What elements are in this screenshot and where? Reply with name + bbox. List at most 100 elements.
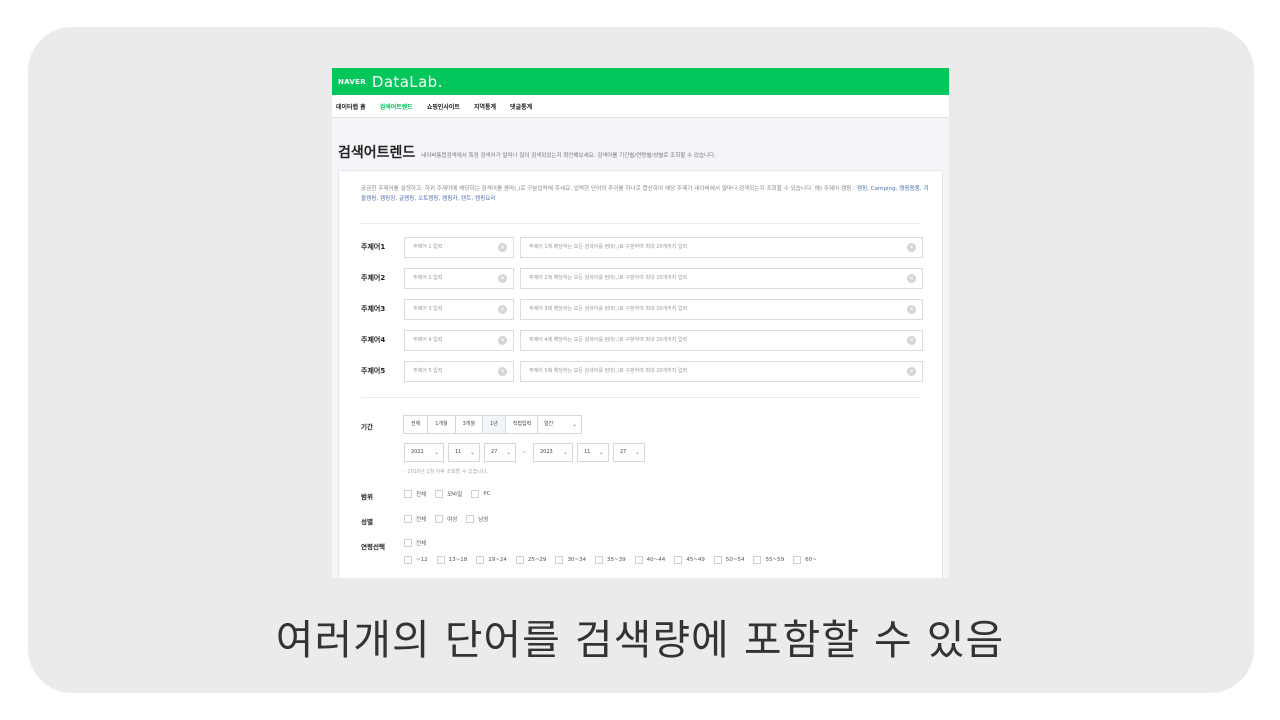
clear-icon[interactable]: ✕ <box>907 274 916 283</box>
range-separator: ~ <box>522 449 528 456</box>
age-label: 연령선택 <box>361 543 385 551</box>
clear-icon[interactable]: ✕ <box>907 367 916 376</box>
chevron-down-icon: ⌄ <box>562 449 568 456</box>
period-button-group: 전체 1개월 3개월 1년 직접입력 <box>403 415 540 434</box>
gender-label: 성별 <box>361 518 373 526</box>
checkbox[interactable] <box>435 490 444 498</box>
checkbox[interactable] <box>753 556 762 564</box>
start-day-select[interactable]: 27 ⌄ <box>484 443 516 462</box>
checkbox[interactable] <box>404 556 412 564</box>
period-button-1year[interactable]: 1년 <box>481 415 506 434</box>
checkbox[interactable] <box>793 556 802 564</box>
checkbox[interactable] <box>404 515 412 523</box>
naver-logo[interactable]: NAVER <box>338 78 366 86</box>
age-option: ~12 <box>416 557 428 563</box>
checkbox[interactable] <box>476 556 485 564</box>
divider <box>361 223 921 224</box>
scope-label: 범위 <box>361 493 373 501</box>
keyword-label: 주제어4 <box>361 336 386 344</box>
age-all-option: 전체 <box>404 539 435 547</box>
chevron-down-icon: ⌄ <box>634 449 640 456</box>
keyword-row-2: 주제어2 주제어 2 입력 ✕ 주제어 2에 해당하는 모든 검색어를 컴마(,)… <box>361 268 923 289</box>
end-year-select[interactable]: 2023 ⌄ <box>533 443 573 462</box>
checkbox[interactable] <box>436 556 445 564</box>
clear-icon[interactable]: ✕ <box>498 274 507 283</box>
checkbox[interactable] <box>404 490 412 498</box>
nav-item-shopping-insight[interactable]: 쇼핑인사이트 <box>427 102 460 111</box>
slide-caption: 여러개의 단어를 검색량에 포함할 수 있음 <box>275 616 1005 664</box>
period-note: - 2016년 1월 이후 조회할 수 있습니다. <box>404 469 489 475</box>
nav-item-comment-stats[interactable]: 댓글통계 <box>510 102 532 111</box>
keyword-label: 주제어5 <box>361 367 386 375</box>
checkbox[interactable] <box>595 556 604 564</box>
sub-keyword-input[interactable]: 주제어 5에 해당하는 모든 검색어를 컴마(,)로 구분하여 최대 20개까지… <box>520 361 923 382</box>
keyword-label: 주제어3 <box>361 305 386 313</box>
age-option: 40~44 <box>646 557 666 563</box>
datalab-screenshot: NAVER DataLab. 데이터랩 홈 검색어트렌드 쇼핑인사이트 지역통계… <box>332 68 949 578</box>
age-option: 13~18 <box>448 557 468 563</box>
clear-icon[interactable]: ✕ <box>498 367 507 376</box>
checkbox[interactable] <box>471 490 480 498</box>
gender-option-female: 여성 <box>447 517 458 523</box>
nav-item-region-stats[interactable]: 지역통계 <box>474 102 496 111</box>
age-options: ~12 13~18 19~24 25~29 30~34 35~39 40~44 … <box>404 556 826 564</box>
nav-item-home[interactable]: 데이터랩 홈 <box>336 102 366 111</box>
nav-item-search-trend[interactable]: 검색어트렌드 <box>380 102 413 111</box>
page-title: 검색어트렌드 <box>338 145 416 161</box>
start-month-select[interactable]: 11 ⌄ <box>448 443 480 462</box>
scope-option-all: 전체 <box>416 492 427 498</box>
scope-option-mobile: 모바일 <box>447 492 463 498</box>
checkbox[interactable] <box>404 539 412 547</box>
keyword-row-1: 주제어1 주제어 1 입력 ✕ 주제어 1에 해당하는 모든 검색어를 컴마(,)… <box>361 237 923 258</box>
sub-keyword-input[interactable]: 주제어 3에 해당하는 모든 검색어를 컴마(,)로 구분하여 최대 20개까지… <box>520 299 923 320</box>
time-unit-select[interactable]: 일간 ⌄ <box>537 415 582 434</box>
keyword-input[interactable]: 주제어 1 입력 ✕ <box>404 237 514 258</box>
start-year-select[interactable]: 2022 ⌄ <box>404 443 444 462</box>
intro-text: 궁금한 주제어를 설정하고, 하위 주제어에 해당하는 검색어를 콤마(,)로 … <box>361 184 931 204</box>
checkbox[interactable] <box>713 556 722 564</box>
sub-keyword-placeholder: 주제어 3에 해당하는 모든 검색어를 컴마(,)로 구분하여 최대 20개까지… <box>529 306 688 312</box>
sub-keyword-placeholder: 주제어 1에 해당하는 모든 검색어를 컴마(,)로 구분하여 최대 20개까지… <box>529 244 688 250</box>
end-day-value: 27 <box>620 449 627 455</box>
keyword-placeholder: 주제어 1 입력 <box>413 244 443 250</box>
clear-icon[interactable]: ✕ <box>907 243 916 252</box>
checkbox[interactable] <box>515 556 524 564</box>
clear-icon[interactable]: ✕ <box>907 336 916 345</box>
end-day-select[interactable]: 27 ⌄ <box>613 443 645 462</box>
checkbox[interactable] <box>674 556 683 564</box>
keyword-input[interactable]: 주제어 2 입력 ✕ <box>404 268 514 289</box>
age-option: 19~24 <box>488 557 507 563</box>
keyword-row-4: 주제어4 주제어 4 입력 ✕ 주제어 4에 해당하는 모든 검색어를 컴마(,)… <box>361 330 923 351</box>
chevron-down-icon: ⌄ <box>469 449 475 456</box>
start-day-value: 27 <box>491 449 498 455</box>
clear-icon[interactable]: ✕ <box>498 243 507 252</box>
age-option: 55~59 <box>765 557 785 563</box>
keyword-row-5: 주제어5 주제어 5 입력 ✕ 주제어 5에 해당하는 모든 검색어를 컴마(,)… <box>361 361 923 382</box>
period-button-all[interactable]: 전체 <box>403 415 429 434</box>
checkbox[interactable] <box>435 515 444 523</box>
sub-keyword-placeholder: 주제어 2에 해당하는 모든 검색어를 컴마(,)로 구분하여 최대 20개까지… <box>529 275 688 281</box>
clear-icon[interactable]: ✕ <box>498 305 507 314</box>
checkbox[interactable] <box>555 556 564 564</box>
period-button-custom[interactable]: 직접입력 <box>504 415 540 434</box>
clear-icon[interactable]: ✕ <box>907 305 916 314</box>
sub-keyword-input[interactable]: 주제어 4에 해당하는 모든 검색어를 컴마(,)로 구분하여 최대 20개까지… <box>520 330 923 351</box>
content-area: 검색어트렌드 네이버통합검색에서 특정 검색어가 얼마나 많이 검색되었는지 확… <box>332 118 949 578</box>
keyword-input[interactable]: 주제어 4 입력 ✕ <box>404 330 514 351</box>
chevron-down-icon: ⌄ <box>598 449 604 456</box>
datalab-logo[interactable]: DataLab. <box>372 73 443 91</box>
keyword-input[interactable]: 주제어 3 입력 ✕ <box>404 299 514 320</box>
period-button-1month[interactable]: 1개월 <box>427 415 456 434</box>
end-month-select[interactable]: 11 ⌄ <box>577 443 609 462</box>
checkbox[interactable] <box>466 515 475 523</box>
chevron-down-icon: ⌄ <box>505 449 511 456</box>
keyword-input[interactable]: 주제어 5 입력 ✕ <box>404 361 514 382</box>
keyword-placeholder: 주제어 3 입력 <box>413 306 443 312</box>
sub-keyword-input[interactable]: 주제어 1에 해당하는 모든 검색어를 컴마(,)로 구분하여 최대 20개까지… <box>520 237 923 258</box>
sub-keyword-input[interactable]: 주제어 2에 해당하는 모든 검색어를 컴마(,)로 구분하여 최대 20개까지… <box>520 268 923 289</box>
scope-option-pc: PC <box>483 491 491 497</box>
clear-icon[interactable]: ✕ <box>498 336 507 345</box>
checkbox[interactable] <box>634 556 643 564</box>
age-option: 50~54 <box>725 557 745 563</box>
period-button-3months[interactable]: 3개월 <box>454 415 483 434</box>
